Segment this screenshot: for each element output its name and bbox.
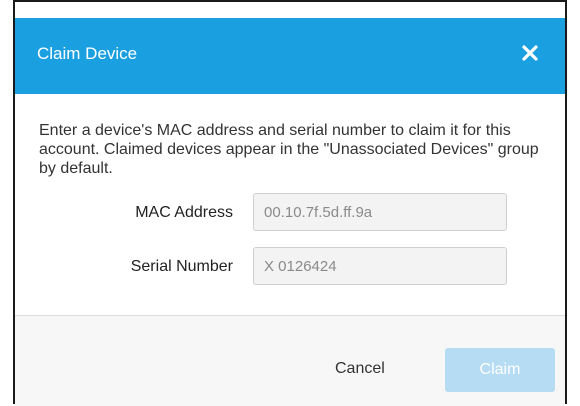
- claim-button[interactable]: Claim: [445, 348, 555, 392]
- dialog-header: Claim Device: [15, 18, 565, 94]
- mac-address-label: MAC Address: [135, 204, 233, 221]
- cancel-button[interactable]: Cancel: [335, 360, 385, 378]
- dialog-title: Claim Device: [37, 44, 138, 63]
- serial-number-label: Serial Number: [130, 258, 233, 275]
- close-icon[interactable]: [519, 42, 541, 64]
- mac-address-input[interactable]: [253, 193, 507, 231]
- claim-device-dialog: Claim Device Enter a device's MAC addres…: [13, 0, 567, 406]
- dialog-description: Enter a device's MAC address and serial …: [39, 122, 539, 177]
- serial-number-input[interactable]: [253, 247, 507, 285]
